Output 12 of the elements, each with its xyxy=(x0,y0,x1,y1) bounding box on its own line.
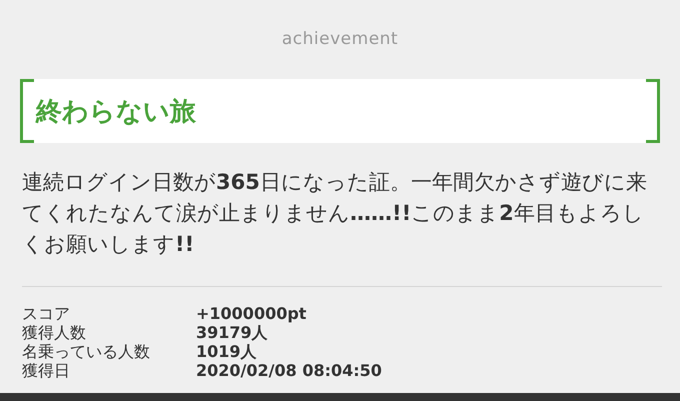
stat-value: 2020/02/08 08:04:50 xyxy=(196,361,383,380)
achievement-title: 終わらない旅 xyxy=(36,96,196,128)
stat-value: 1019人 xyxy=(196,342,258,361)
stat-label: 名乗っている人数 xyxy=(22,342,151,361)
stat-value: 39179人 xyxy=(196,323,269,342)
stat-label: 獲得人数 xyxy=(22,323,87,342)
header-title: achievement xyxy=(280,28,400,51)
stat-label: スコア xyxy=(22,304,71,323)
left-bracket-icon xyxy=(20,79,34,143)
right-bracket-icon xyxy=(646,79,660,143)
stat-label: 獲得日 xyxy=(22,361,71,380)
stat-value: +1000000pt xyxy=(196,304,308,323)
